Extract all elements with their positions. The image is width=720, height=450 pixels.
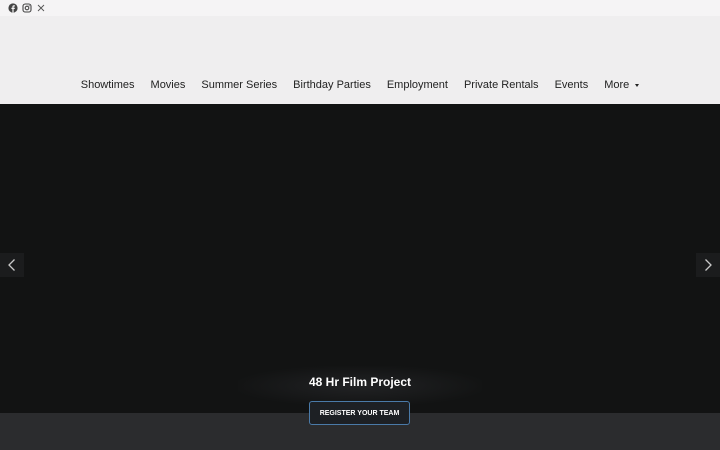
social-bar — [0, 0, 720, 16]
nav-item-showtimes[interactable]: Showtimes — [81, 79, 135, 91]
hero-slider: 48 Hr Film Project — [0, 104, 720, 413]
x-icon[interactable] — [36, 3, 46, 13]
nav-item-movies[interactable]: Movies — [151, 79, 186, 91]
nav-item-private-rentals[interactable]: Private Rentals — [464, 79, 539, 91]
slider-next-button[interactable] — [696, 253, 720, 277]
site-header: Showtimes Movies Summer Series Birthday … — [0, 16, 720, 104]
nav-item-label: Showtimes — [80, 79, 135, 91]
nav-item-label: Birthday Parties — [293, 79, 371, 91]
slider-prev-button[interactable] — [0, 253, 24, 277]
nav-item-label: Summer Series — [201, 79, 278, 91]
nav-item-birthday-parties[interactable]: Birthday Parties — [293, 79, 371, 91]
nav-item-label: Employment — [386, 79, 448, 91]
chevron-left-icon — [8, 259, 15, 271]
nav-item-label: Movies — [150, 79, 186, 91]
nav-item-employment[interactable]: Employment — [387, 79, 448, 91]
instagram-icon[interactable] — [22, 3, 32, 13]
nav-item-events[interactable]: Events — [555, 79, 589, 91]
register-team-button[interactable]: REGISTER YOUR TEAM — [309, 401, 410, 425]
hero-title: 48 Hr Film Project — [308, 375, 412, 389]
nav-item-label: Events — [554, 79, 589, 91]
chevron-right-icon — [705, 259, 712, 271]
main-nav: Showtimes Movies Summer Series Birthday … — [0, 76, 720, 94]
caret-down-icon — [635, 83, 640, 87]
facebook-icon[interactable] — [8, 3, 18, 13]
nav-item-more[interactable]: More — [604, 79, 640, 91]
nav-item-label: More — [604, 79, 630, 91]
nav-item-label: Private Rentals — [463, 79, 539, 91]
nav-item-summer-series[interactable]: Summer Series — [201, 79, 277, 91]
